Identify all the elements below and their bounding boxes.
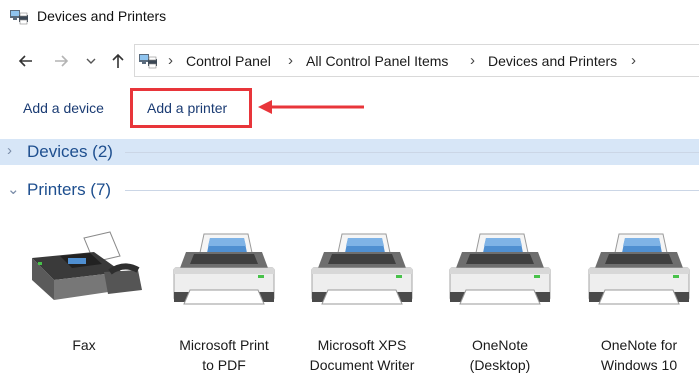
breadcrumb-all-control-panel-items[interactable]: All Control Panel Items <box>306 53 448 69</box>
printer-name: OneNote for Windows 10 <box>600 337 678 373</box>
printer-name: Microsoft XPS Document Writer <box>309 337 415 373</box>
navigation-bar: › Control Panel › All Control Panel Item… <box>0 44 699 78</box>
address-bar[interactable]: › Control Panel › All Control Panel Item… <box>134 44 699 77</box>
arrow-left-icon <box>18 55 32 67</box>
chevron-right-icon: › <box>7 142 12 159</box>
printer-name: OneNote (Desktop) <box>469 337 531 373</box>
devices-group-header[interactable]: › Devices (2) <box>0 139 699 165</box>
fax-icon <box>24 228 144 312</box>
printer-icon <box>302 228 422 312</box>
printer-item-onenote-for-windows-10[interactable]: OneNote for Windows 10 <box>579 228 699 373</box>
back-button[interactable] <box>15 50 37 72</box>
devices-printers-icon <box>10 9 28 30</box>
printer-item-microsoft-xps-document-writer[interactable]: Microsoft XPS Document Writer <box>302 228 422 373</box>
window-title: Devices and Printers <box>37 8 167 24</box>
printer-item-microsoft-print-to-pdf[interactable]: Microsoft Print to PDF <box>164 228 284 373</box>
group-divider <box>125 190 699 191</box>
printers-group-header[interactable]: ⌄ Printers (7) <box>0 177 699 203</box>
printer-name: Fax <box>72 337 96 353</box>
arrow-right-icon <box>55 55 69 67</box>
printer-item-fax[interactable]: Fax <box>24 228 144 373</box>
printer-name: Microsoft Print to PDF <box>179 337 269 373</box>
chevron-right-icon: › <box>168 52 173 69</box>
group-divider <box>125 152 699 153</box>
printer-item-onenote-desktop[interactable]: OneNote (Desktop) <box>440 228 560 373</box>
printer-icon <box>164 228 284 312</box>
control-panel-icon <box>139 53 157 74</box>
chevron-right-icon: › <box>288 52 293 69</box>
recent-locations-button[interactable] <box>84 50 98 72</box>
breadcrumb-control-panel[interactable]: Control Panel <box>186 53 271 69</box>
title-bar: Devices and Printers <box>0 0 699 34</box>
chevron-right-icon: › <box>470 52 475 69</box>
chevron-down-icon <box>86 58 96 64</box>
annotation-arrow-icon <box>258 100 364 114</box>
add-device-button[interactable]: Add a device <box>23 100 104 116</box>
devices-group-label: Devices (2) <box>27 142 113 161</box>
arrow-up-icon <box>112 53 124 68</box>
up-button[interactable] <box>107 50 129 72</box>
forward-button[interactable] <box>50 50 72 72</box>
chevron-right-icon: › <box>631 52 636 69</box>
breadcrumb-devices-and-printers[interactable]: Devices and Printers <box>488 53 617 69</box>
chevron-down-icon: ⌄ <box>7 181 20 198</box>
printers-group-label: Printers (7) <box>27 180 112 199</box>
annotation-highlight-box <box>130 88 252 128</box>
printer-icon <box>440 228 560 312</box>
printer-icon <box>579 228 699 312</box>
